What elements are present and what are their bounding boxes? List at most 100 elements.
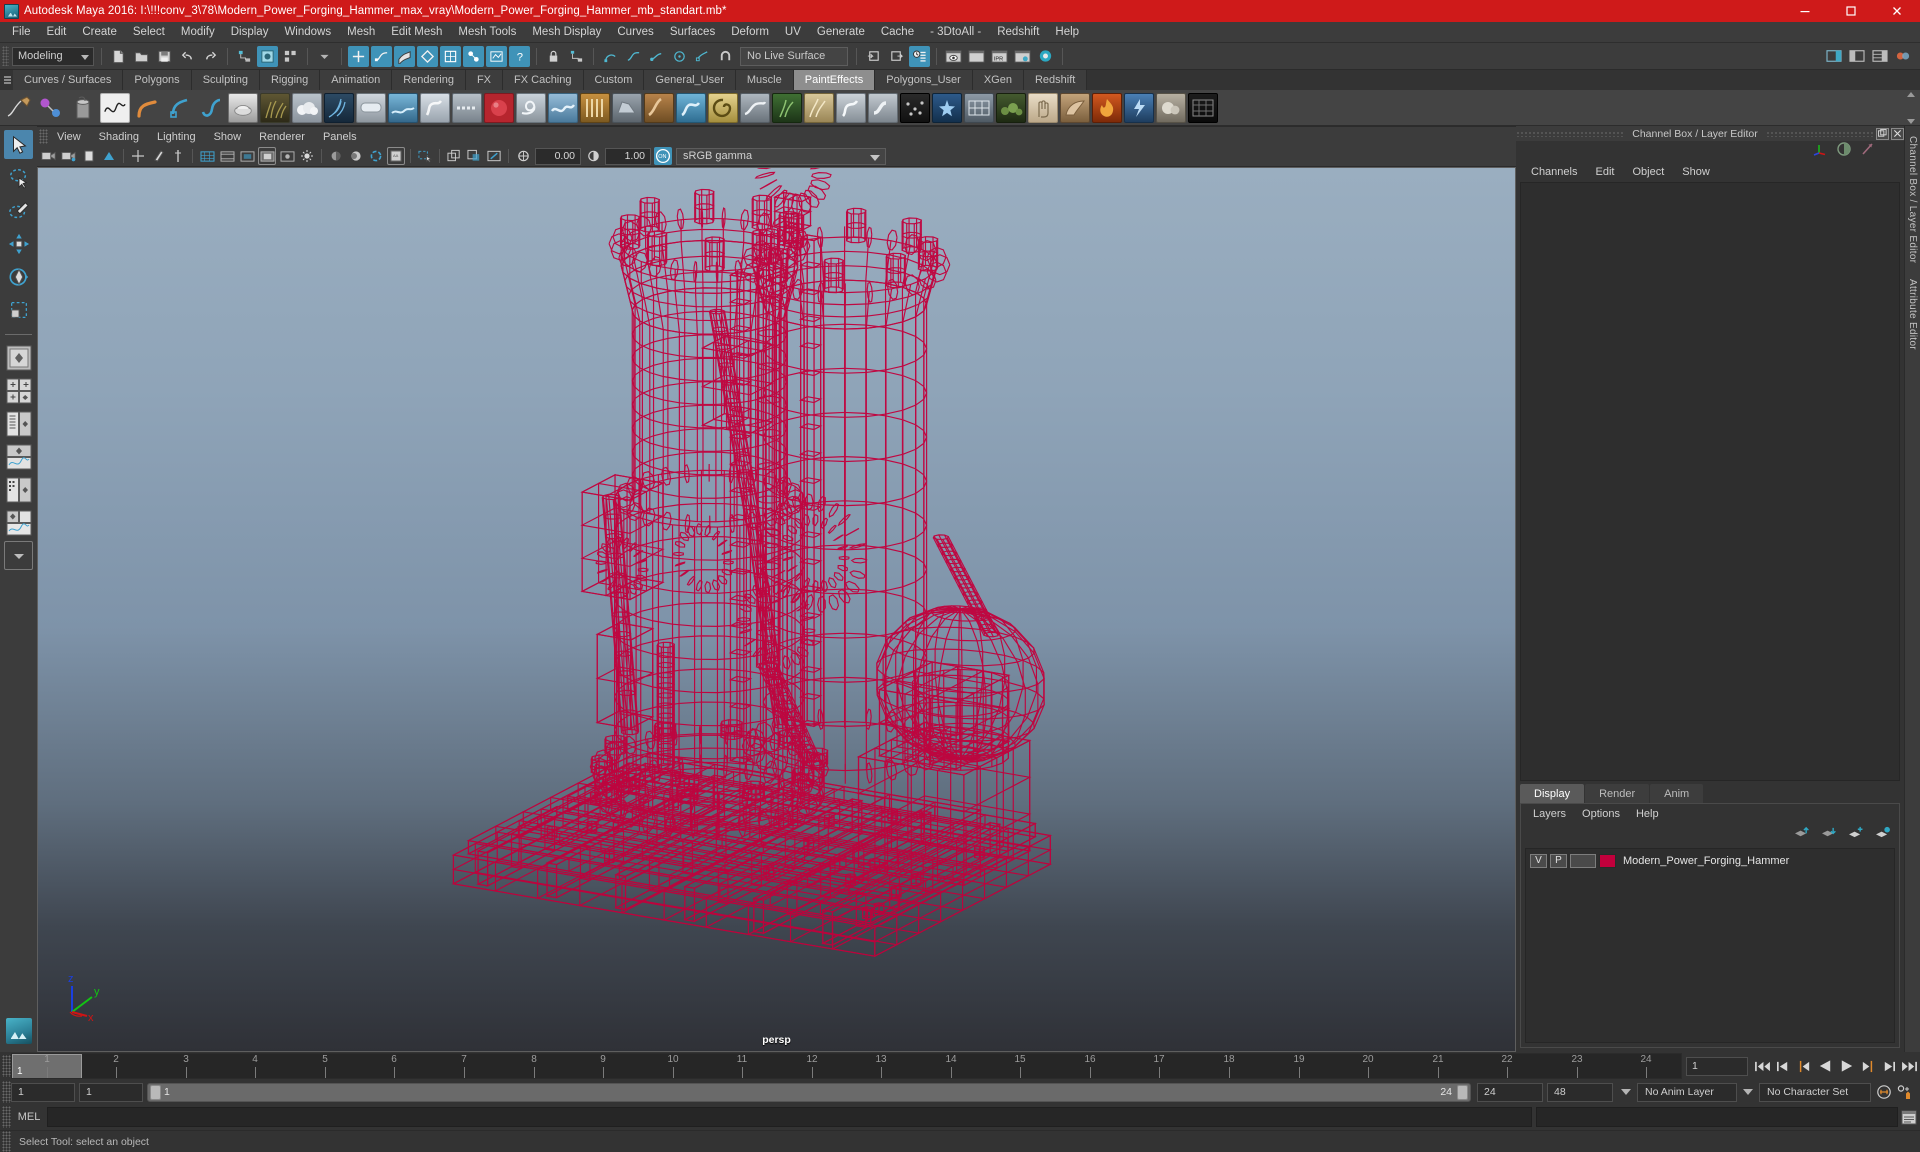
brush-preset-pot-icon[interactable] xyxy=(228,92,258,123)
ambient-occlusion-icon[interactable] xyxy=(347,147,365,165)
layer-tab-anim[interactable]: Anim xyxy=(1650,784,1704,803)
curve-blue-square-icon[interactable] xyxy=(164,93,194,123)
anim-layer-dropdown-icon[interactable] xyxy=(1619,1083,1633,1102)
show-hide-tool-settings-icon[interactable] xyxy=(1846,46,1867,67)
shelf-tab-rendering[interactable]: Rendering xyxy=(392,70,466,90)
character-set-field[interactable]: No Character Set xyxy=(1759,1082,1871,1102)
command-line-grip[interactable] xyxy=(2,1106,11,1128)
resolution-gate-icon[interactable] xyxy=(238,147,256,165)
auto-keyframe-toggle-icon[interactable] xyxy=(1874,1083,1893,1102)
perspective-viewport[interactable]: z y x persp xyxy=(37,167,1516,1052)
gamma-control-icon[interactable] xyxy=(584,147,602,165)
shelf-tab-polygons[interactable]: Polygons xyxy=(123,70,192,90)
channel-box-attribute-list[interactable] xyxy=(1520,182,1900,781)
select-camera-icon[interactable] xyxy=(40,147,58,165)
brush-preset-spiral-icon[interactable] xyxy=(708,92,738,123)
character-set-dropdown-icon[interactable] xyxy=(1741,1083,1755,1102)
ipr-render-icon[interactable]: IPR xyxy=(989,46,1010,67)
paint-effects-brush-icon[interactable] xyxy=(4,93,34,123)
move-layer-up-icon[interactable] xyxy=(1793,826,1810,844)
channel-menu-edit[interactable]: Edit xyxy=(1586,163,1623,181)
paint-select-tool-icon[interactable] xyxy=(4,196,33,225)
gate-mask-icon[interactable] xyxy=(258,147,276,165)
snap-hierarchy-icon[interactable] xyxy=(566,46,587,67)
playback-start-time-field[interactable]: 1 xyxy=(79,1082,143,1102)
curve-flow-orange-icon[interactable] xyxy=(132,93,162,123)
redo-render-icon[interactable] xyxy=(966,46,987,67)
shelf-tab-sculpting[interactable]: Sculpting xyxy=(191,70,260,90)
menu-modify[interactable]: Modify xyxy=(173,23,223,42)
brush-preset-fire-icon[interactable] xyxy=(1092,92,1122,123)
brush-preset-shell-icon[interactable] xyxy=(1060,92,1090,123)
exposure-icon[interactable] xyxy=(278,147,296,165)
undo-icon[interactable] xyxy=(177,46,198,67)
save-scene-icon[interactable] xyxy=(154,46,175,67)
paint-can-icon[interactable] xyxy=(68,93,98,123)
menu-redshift[interactable]: Redshift xyxy=(989,23,1047,42)
live-surface-field[interactable]: No Live Surface xyxy=(740,46,848,66)
shelf-tab-painteffects[interactable]: PaintEffects xyxy=(793,70,876,90)
rail-label-channel-box[interactable]: Channel Box / Layer Editor xyxy=(1907,136,1918,263)
time-slider-grip[interactable] xyxy=(2,1055,11,1077)
menu-windows[interactable]: Windows xyxy=(276,23,339,42)
component-mask-dropdown-icon[interactable] xyxy=(314,46,335,67)
paint-effects-template-brush-icon[interactable] xyxy=(36,93,66,123)
brush-preset-swirl-icon[interactable] xyxy=(516,92,546,123)
exposure-field[interactable]: 0.00 xyxy=(535,147,581,165)
redo-icon[interactable] xyxy=(200,46,221,67)
move-layer-down-icon[interactable] xyxy=(1820,826,1837,844)
viewport-snapshot-icon[interactable] xyxy=(485,147,503,165)
brush-preset-feather-icon[interactable] xyxy=(324,92,354,123)
snap-to-curve-icon[interactable] xyxy=(623,46,644,67)
snap-to-grid-icon[interactable] xyxy=(600,46,621,67)
mask-deformers-icon[interactable] xyxy=(463,45,484,67)
time-slider-track[interactable]: 1 1 2 3 4 5 6 7 8 9 10 11 12 13 14 15 16 17 18 19 20 21 22 23 2… xyxy=(11,1053,1682,1079)
brush-preset-flow-icon[interactable] xyxy=(740,92,770,123)
menu-display[interactable]: Display xyxy=(223,23,277,42)
menu-edit[interactable]: Edit xyxy=(39,23,75,42)
script-editor-icon[interactable] xyxy=(1898,1110,1920,1125)
list-item[interactable]: V P Modern_Power_Forging_Hammer xyxy=(1526,851,1894,870)
snap-to-projected-center-icon[interactable] xyxy=(669,46,690,67)
layer-shading-toggle[interactable] xyxy=(1570,853,1596,868)
panel-drag-dots-right[interactable] xyxy=(1765,130,1874,137)
menu-edit-mesh[interactable]: Edit Mesh xyxy=(383,23,450,42)
command-input[interactable] xyxy=(47,1107,1532,1127)
brush-preset-tube-icon[interactable] xyxy=(868,92,898,123)
brush-preset-clouds-icon[interactable] xyxy=(292,92,322,123)
viewport-grip[interactable] xyxy=(39,129,48,144)
layer-menu-options[interactable]: Options xyxy=(1574,806,1628,823)
brush-preset-mesh-icon[interactable] xyxy=(964,92,994,123)
ipr-toggle-icon[interactable] xyxy=(169,147,187,165)
exposure-control-icon[interactable] xyxy=(514,147,532,165)
show-hide-channel-box-icon[interactable] xyxy=(1869,46,1890,67)
move-tool-icon[interactable] xyxy=(4,229,33,258)
layout-hypershade-persp-icon[interactable] xyxy=(4,475,33,504)
play-forwards-icon[interactable] xyxy=(1837,1057,1856,1076)
menu-deform[interactable]: Deform xyxy=(723,23,777,42)
status-bar-grip[interactable] xyxy=(2,1130,11,1152)
input-connections-icon[interactable] xyxy=(863,46,884,67)
shelf-tab-rigging[interactable]: Rigging xyxy=(259,70,321,90)
select-by-object-type-icon[interactable] xyxy=(257,45,278,67)
range-left-handle[interactable] xyxy=(150,1084,161,1100)
menu-cache[interactable]: Cache xyxy=(873,23,922,42)
brush-preset-moss-icon[interactable] xyxy=(996,92,1026,123)
axis-orientation-icon[interactable] xyxy=(1812,141,1828,162)
close-button[interactable] xyxy=(1874,0,1920,22)
select-by-component-icon[interactable] xyxy=(280,46,301,67)
motion-blur-icon[interactable] xyxy=(367,147,385,165)
mask-subdiv-icon[interactable] xyxy=(440,45,461,67)
brush-preset-stone-icon[interactable] xyxy=(612,92,642,123)
snap-to-view-plane-icon[interactable] xyxy=(692,46,713,67)
brush-preset-hair-icon[interactable] xyxy=(804,92,834,123)
viewport-menu-panels[interactable]: Panels xyxy=(314,128,366,145)
curve-blue-hook-icon[interactable] xyxy=(196,93,226,123)
layer-playback-toggle[interactable]: P xyxy=(1550,853,1567,868)
channel-box-arrow-icon[interactable] xyxy=(1860,141,1876,162)
brush-preset-water-icon[interactable] xyxy=(388,92,418,123)
range-right-handle[interactable] xyxy=(1457,1084,1468,1100)
brush-preset-twist-icon[interactable] xyxy=(836,92,866,123)
channel-menu-object[interactable]: Object xyxy=(1623,163,1673,181)
viewport-menu-renderer[interactable]: Renderer xyxy=(250,128,314,145)
